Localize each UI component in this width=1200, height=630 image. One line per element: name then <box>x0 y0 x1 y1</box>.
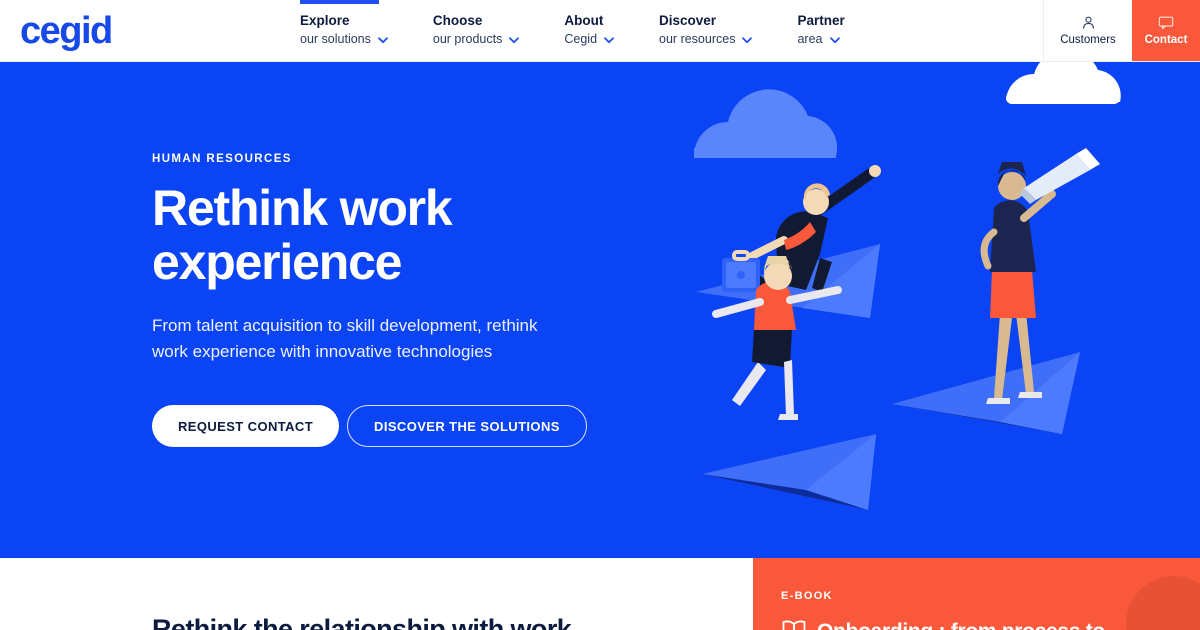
chevron-down-icon[interactable] <box>603 34 615 46</box>
nav-item-about-subtitle: Cegid <box>564 32 598 47</box>
nav-item-choose-title: Choose <box>432 13 483 28</box>
request-contact-button[interactable]: REQUEST CONTACT <box>152 405 340 448</box>
bottom-strip: Rethink the relationship with work E-BOO… <box>0 558 1200 630</box>
header-actions: Customers Contact <box>1043 0 1200 61</box>
nav-item-about-sub: Cegid <box>564 30 615 49</box>
telescope-shape <box>1020 148 1100 204</box>
decorative-circle <box>1126 576 1200 630</box>
page-title: Rethink work experience <box>152 179 453 290</box>
hero-illustration-svg <box>694 62 1121 510</box>
cegid-logo: cegid <box>20 9 113 52</box>
nav-item-partner[interactable]: Partner area <box>797 12 858 49</box>
nav-item-about-title: About <box>564 13 604 28</box>
nav-item-explore-title: Explore <box>300 13 350 28</box>
cloud-white-shape <box>1006 62 1121 104</box>
chevron-down-icon[interactable] <box>741 34 753 46</box>
nav-item-partner-subtitle: area <box>797 32 823 47</box>
hero-subtitle: From talent acquisition to skill develop… <box>152 315 538 361</box>
paper-plane-right <box>892 352 1080 434</box>
chevron-down-icon[interactable] <box>508 34 520 46</box>
nav-item-choose-subtitle: our products <box>432 32 503 47</box>
hero-button-row: REQUEST CONTACT DISCOVER THE SOLUTIONS <box>152 405 712 448</box>
nav-item-partner-sub: area <box>797 30 844 49</box>
site-header: cegid Explore our solutions Choose our p… <box>0 0 1200 62</box>
chevron-down-icon[interactable] <box>377 34 389 46</box>
main-navigation: Explore our solutions Choose our product… <box>300 0 1043 61</box>
nav-item-discover[interactable]: Discover our resources <box>659 12 767 49</box>
discover-solutions-button[interactable]: DISCOVER THE SOLUTIONS <box>347 405 587 448</box>
nav-item-choose[interactable]: Choose our products <box>433 12 534 49</box>
contact-button[interactable]: Contact <box>1132 0 1200 61</box>
customers-button[interactable]: Customers <box>1044 0 1132 61</box>
user-icon <box>1081 15 1096 31</box>
nav-item-explore-sub: our solutions <box>300 30 389 49</box>
nav-item-partner-title: Partner <box>797 13 845 28</box>
contact-label: Contact <box>1144 33 1188 46</box>
nav-item-discover-sub: our resources <box>659 30 753 49</box>
chat-bubble-icon <box>1158 15 1174 31</box>
hero-eyebrow: HUMAN RESOURCES <box>152 152 292 165</box>
ebook-promo-card[interactable]: E-BOOK Onboarding : from process to <box>753 558 1200 630</box>
next-section-preview: Rethink the relationship with work <box>0 558 753 630</box>
nav-item-choose-sub: our products <box>433 30 520 49</box>
hero-illustration <box>680 62 1200 558</box>
paper-plane-bottom <box>702 434 876 510</box>
open-book-icon <box>781 619 807 630</box>
active-tab-indicator <box>300 0 379 4</box>
nav-item-explore[interactable]: Explore our solutions <box>300 0 403 49</box>
nav-item-explore-subtitle: our solutions <box>300 32 371 47</box>
section-heading: Rethink the relationship with work <box>152 614 572 630</box>
cloud-light-shape <box>694 89 838 158</box>
hero-section: HUMAN RESOURCES Rethink work experience … <box>0 62 1200 558</box>
logo-link[interactable]: cegid <box>0 0 300 61</box>
nav-item-discover-subtitle: our resources <box>659 32 736 47</box>
customers-label: Customers <box>1060 33 1116 46</box>
nav-item-about[interactable]: About Cegid <box>564 12 629 49</box>
hero-content: HUMAN RESOURCES Rethink work experience … <box>152 62 712 558</box>
chevron-down-icon[interactable] <box>829 34 841 46</box>
ebook-title: Onboarding : from process to <box>817 619 1105 630</box>
nav-item-discover-title: Discover <box>659 13 717 28</box>
